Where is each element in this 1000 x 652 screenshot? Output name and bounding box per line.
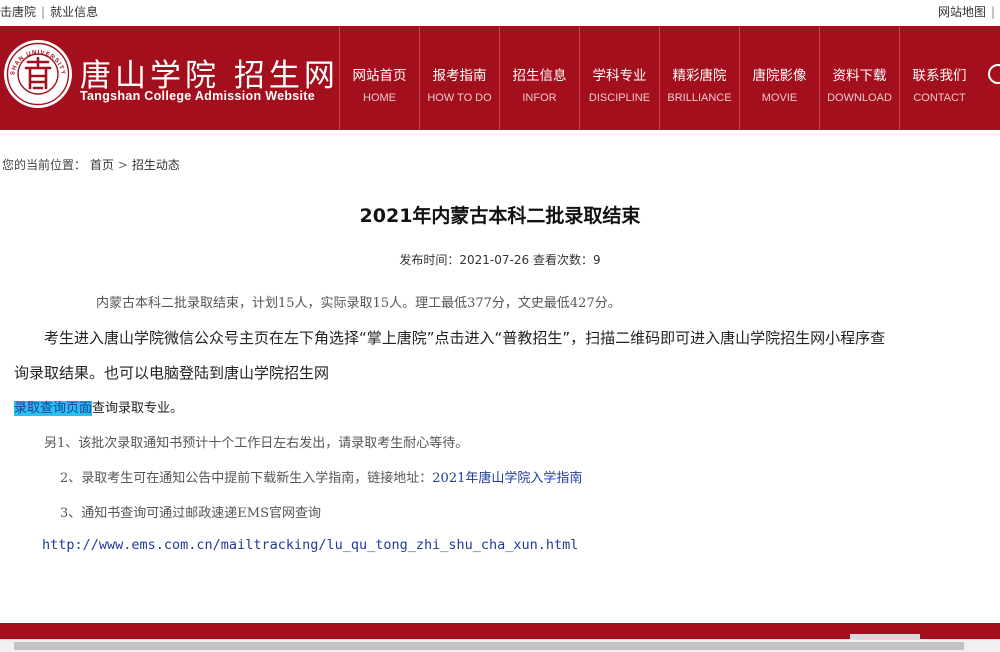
nav-label-en: DOWNLOAD xyxy=(827,92,892,104)
nav-label-en: BRILLIANCE xyxy=(667,92,732,104)
article-paragraph-wechat: 考生进入唐山学院微信公众号主页在左下角选择“掌上唐院”点击进入“普教招生”，扫描… xyxy=(44,329,886,347)
nav-item-guide[interactable]: 报考指南 HOW TO DO xyxy=(419,26,499,130)
horizontal-scrollbar[interactable] xyxy=(0,639,1000,652)
nav-label: 网站首页 xyxy=(352,68,407,84)
top-link-tangyuan[interactable]: 击唐院 xyxy=(0,5,36,19)
nav-label-en: INFOR xyxy=(522,92,557,104)
nav-item-home[interactable]: 网站首页 HOME xyxy=(339,26,419,130)
nav-label-en: HOME xyxy=(363,92,396,104)
nav-label-en: DISCIPLINE xyxy=(588,92,651,104)
top-link-sitemap[interactable]: 网站地图 xyxy=(938,5,986,19)
top-utility-bar: 击唐院 | 就业信息 网站地图 | xyxy=(0,0,1000,22)
nav-label: 报考指南 xyxy=(432,68,487,84)
views-count: 9 xyxy=(592,253,601,267)
brand-subtitle: Tangshan College Admission Website xyxy=(80,89,316,103)
article-paragraph-wechat-cont: 询录取结果。也可以电脑登陆到唐山学院招生网 xyxy=(14,364,330,382)
article-paragraph-query: 录取查询页面查询录取专业。 xyxy=(14,397,183,416)
nav-item-brilliance[interactable]: 精彩唐院 BRILLIANCE xyxy=(659,26,739,130)
nav-label: 资料下载 xyxy=(832,68,887,84)
top-link-separator: | xyxy=(990,5,995,19)
article-paragraph-result: 内蒙古本科二批录取结束，计划15人，实际录取15人。理工最低377分，文史最低4… xyxy=(96,296,621,311)
breadcrumb-prefix: 您的当前位置： xyxy=(2,158,87,172)
breadcrumb: 您的当前位置： 首页 > 招生动态 xyxy=(2,156,180,173)
top-link-separator: | xyxy=(41,5,46,19)
nav-item-contact[interactable]: 联系我们 CONTACT xyxy=(899,26,979,130)
top-link-employment[interactable]: 就业信息 xyxy=(50,5,98,19)
article-meta: 发布时间：2021-07-26 查看次数：9 xyxy=(0,251,1000,268)
enrollment-guide-link[interactable]: 2021年唐山学院入学指南 xyxy=(432,471,582,486)
top-links-left: 击唐院 | 就业信息 xyxy=(0,3,98,20)
university-seal-icon[interactable]: SHAN UNIVERSITY xyxy=(2,38,74,110)
query-suffix: 查询录取专业。 xyxy=(92,401,184,416)
top-links-right: 网站地图 | xyxy=(938,3,1000,20)
nav-label: 招生信息 xyxy=(512,68,567,84)
nav-item-download[interactable]: 资料下载 DOWNLOAD xyxy=(819,26,899,130)
search-icon[interactable] xyxy=(988,64,1000,84)
article-note-2: 2、录取考生可在通知公告中提前下载新生入学指南，链接地址：2021年唐山学院入学… xyxy=(60,467,582,486)
note-2-text: 2、录取考生可在通知公告中提前下载新生入学指南，链接地址： xyxy=(60,471,433,486)
nav-label: 联系我们 xyxy=(912,68,967,84)
scrollbar-thumb[interactable] xyxy=(14,642,964,650)
breadcrumb-separator: > xyxy=(117,158,128,172)
article-note-1: 另1、该批次录取通知书预计十个工作日左右发出，请录取考生耐心等待。 xyxy=(44,436,469,451)
nav-label: 学科专业 xyxy=(592,68,647,84)
nav-label-en: MOVIE xyxy=(761,92,798,104)
breadcrumb-current[interactable]: 招生动态 xyxy=(132,158,180,172)
breadcrumb-home[interactable]: 首页 xyxy=(90,158,114,172)
article-note-3: 3、通知书查询可通过邮政速递EMS官网查询 xyxy=(60,506,321,521)
nav-label: 唐院影像 xyxy=(752,68,807,84)
nav-item-movie[interactable]: 唐院影像 MOVIE xyxy=(739,26,819,130)
ems-tracking-url[interactable]: http://www.ems.com.cn/mailtracking/lu_qu… xyxy=(42,537,578,553)
nav-label-en: CONTACT xyxy=(913,92,966,104)
nav-item-info[interactable]: 招生信息 INFOR xyxy=(499,26,579,130)
nav-label-en: HOW TO DO xyxy=(427,92,492,104)
nav-label: 精彩唐院 xyxy=(672,68,727,84)
publish-label: 发布时间： xyxy=(399,253,460,267)
article-title: 2021年内蒙古本科二批录取结束 xyxy=(359,205,641,227)
publish-date: 2021-07-26 xyxy=(459,253,530,267)
admission-query-link[interactable]: 录取查询页面 xyxy=(14,401,93,416)
site-header: SHAN UNIVERSITY 唐山学院 招生网 Tangshan Colleg… xyxy=(0,26,1000,130)
views-label: 查看次数： xyxy=(532,253,593,267)
main-nav: 网站首页 HOME 报考指南 HOW TO DO 招生信息 INFOR 学科专业 DIS… xyxy=(339,26,979,130)
nav-item-discipline[interactable]: 学科专业 DISCIPLINE xyxy=(579,26,659,130)
